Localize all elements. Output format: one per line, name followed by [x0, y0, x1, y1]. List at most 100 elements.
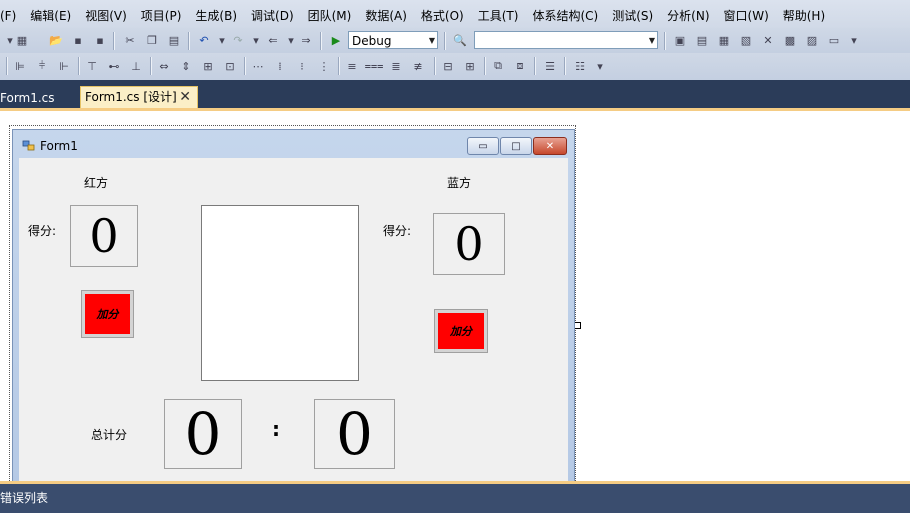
separator: [244, 57, 246, 75]
properties-window-icon[interactable]: ▤: [694, 32, 710, 48]
size-to-grid-icon[interactable]: ⊡: [222, 58, 238, 74]
align-bottoms-icon[interactable]: ⊥: [128, 58, 144, 74]
red-score-label: 得分:: [28, 224, 57, 238]
redo-dropdown-icon[interactable]: ▾: [248, 32, 264, 48]
form-app-icon: [22, 139, 36, 153]
vertical-spacing-equal-icon[interactable]: ≡: [344, 58, 360, 74]
chevron-down-icon: ▼: [648, 36, 655, 45]
center-horizontally-icon[interactable]: ⊟: [440, 58, 456, 74]
toolbar-options-dropdown-icon[interactable]: ▾: [846, 32, 862, 48]
total-score-label: 总计分: [91, 428, 128, 442]
make-same-size-icon[interactable]: ⊞: [200, 58, 216, 74]
copy-icon[interactable]: ❐: [144, 32, 160, 48]
separator: [188, 32, 190, 50]
resize-handle[interactable]: [574, 322, 581, 329]
align-centers-icon[interactable]: ⫩: [34, 58, 50, 74]
blue-score-box: 0: [433, 213, 505, 275]
solution-explorer-icon[interactable]: ▣: [672, 32, 688, 48]
layout-toolbar: ⊫ ⫩ ⊩ ⊤ ⊷ ⊥ ⇔ ⇕ ⊞ ⊡ ⋯ ⁞ ⁝ ⋮ ≡ ⩶ ≣ ≢ ⊟ ⊞ …: [0, 53, 910, 80]
separator: [664, 32, 666, 50]
error-list-title: 错误列表: [0, 491, 49, 505]
separator: [338, 57, 340, 75]
separator: [444, 32, 446, 50]
vertical-spacing-decrease-icon[interactable]: ≣: [388, 58, 404, 74]
minimize-button[interactable]: ▭: [467, 137, 499, 155]
separator: [434, 57, 436, 75]
make-same-width-icon[interactable]: ⇔: [156, 58, 172, 74]
start-debugging-icon[interactable]: ▶: [328, 32, 344, 48]
align-tops-icon[interactable]: ⊤: [84, 58, 100, 74]
extension-manager-icon[interactable]: ▨: [804, 32, 820, 48]
separator: [320, 32, 322, 50]
tab-order-icon[interactable]: ☰: [542, 58, 558, 74]
navigate-backward-icon[interactable]: ⇐: [265, 32, 281, 48]
align-middles-icon[interactable]: ⊷: [106, 58, 122, 74]
standard-toolbar: ▾ ▦ 📂 ▪ ▪ ✂ ❐ ▤ ↶ ▾ ↷ ▾ ⇐ ▾ ⇒ ▶ Debug ▼ …: [0, 28, 910, 53]
vertical-spacing-increase-icon[interactable]: ⩶: [365, 58, 384, 74]
red-team-label: 红方: [84, 176, 109, 190]
horizontal-spacing-increase-icon[interactable]: ⁞: [272, 58, 288, 74]
maximize-button[interactable]: □: [500, 137, 532, 155]
close-icon[interactable]: ✕: [179, 87, 191, 107]
navigate-forward-icon[interactable]: ⇒: [298, 32, 314, 48]
lock-controls-icon[interactable]: ☷: [572, 58, 588, 74]
blue-add-score-button[interactable]: 加分: [434, 309, 488, 353]
separator: [78, 57, 80, 75]
form-title: Form1: [40, 139, 78, 153]
separator: [484, 57, 486, 75]
solution-configuration-select[interactable]: Debug ▼: [348, 31, 438, 49]
red-add-score-button[interactable]: 加分: [81, 290, 134, 338]
toolbox-icon[interactable]: ▧: [738, 32, 754, 48]
cut-icon[interactable]: ✂: [122, 32, 138, 48]
object-browser-icon[interactable]: ▦: [716, 32, 732, 48]
save-icon[interactable]: ▪: [70, 32, 86, 48]
horizontal-spacing-decrease-icon[interactable]: ⁝: [294, 58, 310, 74]
make-same-height-icon[interactable]: ⇕: [178, 58, 194, 74]
horizontal-spacing-equal-icon[interactable]: ⋯: [250, 58, 266, 74]
red-add-score-label: 加分: [85, 294, 130, 334]
center-vertically-icon[interactable]: ⊞: [462, 58, 478, 74]
close-icon: ✕: [545, 140, 555, 152]
toolbar-options-dropdown-icon[interactable]: ▾: [592, 58, 608, 74]
separator: [564, 57, 566, 75]
send-to-back-icon[interactable]: ⧈: [512, 58, 528, 74]
blue-add-score-label: 加分: [438, 313, 484, 349]
command-window-icon[interactable]: ▭: [826, 32, 842, 48]
paste-icon[interactable]: ▤: [166, 32, 182, 48]
save-all-icon[interactable]: ▪: [92, 32, 108, 48]
chevron-down-icon: ▼: [428, 36, 435, 45]
horizontal-spacing-remove-icon[interactable]: ⋮: [316, 58, 332, 74]
redo-icon[interactable]: ↷: [230, 32, 246, 48]
navigate-dropdown-icon[interactable]: ▾: [283, 32, 299, 48]
align-lefts-icon[interactable]: ⊫: [12, 58, 28, 74]
tab-label: Form1.cs [设计]: [85, 90, 177, 104]
center-display-panel: [201, 205, 359, 381]
blue-total-box: 0: [314, 399, 395, 469]
start-page-icon[interactable]: ▩: [782, 32, 798, 48]
find-in-files-icon[interactable]: 🔍: [452, 32, 468, 48]
tab-form1-cs[interactable]: Form1.cs: [0, 88, 55, 108]
tools-icon[interactable]: ✕: [760, 32, 776, 48]
total-separator: :: [272, 417, 280, 441]
find-combo[interactable]: ▼: [474, 31, 658, 49]
blue-team-label: 蓝方: [447, 176, 472, 190]
solution-configuration-value: Debug: [352, 34, 392, 48]
blue-score-label: 得分:: [383, 224, 412, 238]
undo-dropdown-icon[interactable]: ▾: [214, 32, 230, 48]
new-project-icon[interactable]: ▦: [14, 32, 30, 48]
error-list-panel[interactable]: 错误列表: [0, 484, 910, 513]
tab-form1-design[interactable]: Form1.cs [设计] ✕: [80, 86, 198, 108]
open-file-icon[interactable]: 📂: [48, 32, 64, 48]
red-total-box: 0: [164, 399, 242, 469]
separator: [113, 32, 115, 50]
align-rights-icon[interactable]: ⊩: [56, 58, 72, 74]
close-button[interactable]: ✕: [533, 137, 567, 155]
undo-icon[interactable]: ↶: [196, 32, 212, 48]
separator: [150, 57, 152, 75]
separator: [534, 57, 536, 75]
maximize-icon: □: [511, 140, 521, 152]
red-score-box: 0: [70, 205, 138, 267]
vertical-spacing-remove-icon[interactable]: ≢: [410, 58, 426, 74]
bring-to-front-icon[interactable]: ⧉: [490, 58, 506, 74]
minimize-icon: ▭: [478, 140, 488, 152]
